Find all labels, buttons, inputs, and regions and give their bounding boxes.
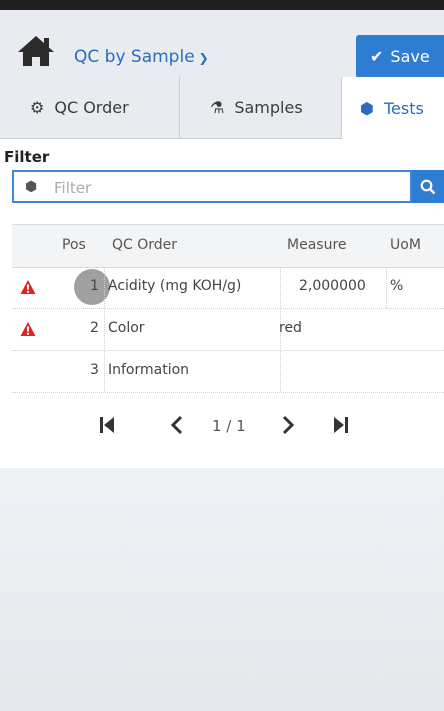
cell-qc-order: Acidity (mg KOH/g) xyxy=(108,278,242,294)
table-row[interactable]: 1 Acidity (mg KOH/g) 2,000000 % xyxy=(12,267,444,309)
cell-pos: 3 xyxy=(90,362,99,378)
module-selector[interactable]: QC by Sample ❯ xyxy=(74,47,209,67)
cell-qc-order: Information xyxy=(108,362,190,378)
tab-label: QC Order xyxy=(54,98,129,117)
cell-qc-order: Color xyxy=(108,320,145,336)
column-header-pos[interactable]: Pos xyxy=(62,237,86,253)
empty-panel-area xyxy=(0,468,444,711)
search-button[interactable] xyxy=(412,170,444,203)
tab-bar: ⚙ QC Order ⚗ Samples ⬢ Tests xyxy=(0,77,444,139)
search-icon xyxy=(420,179,436,194)
first-page-icon[interactable] xyxy=(99,415,115,435)
page-indicator: 1 / 1 xyxy=(212,417,246,435)
table-row[interactable]: 3 Information xyxy=(12,351,444,393)
filter-field[interactable]: ⬢ xyxy=(12,170,412,203)
tab-label: Tests xyxy=(383,98,424,118)
save-label: Save xyxy=(390,47,430,66)
column-header-qc-order[interactable]: QC Order xyxy=(112,237,177,253)
tab-tests[interactable]: ⬢ Tests xyxy=(342,77,444,139)
cell-pos: 1 xyxy=(90,278,99,294)
prev-page-icon[interactable] xyxy=(170,415,184,435)
cogs-icon: ⚙ xyxy=(30,98,45,117)
warning-icon xyxy=(20,280,36,294)
pagination: 1 / 1 xyxy=(0,403,444,453)
cube-icon: ⬢ xyxy=(25,179,38,195)
cube-icon: ⬢ xyxy=(360,98,374,118)
grid-header: Pos QC Order Measure UoM xyxy=(12,224,444,268)
next-page-icon[interactable] xyxy=(281,415,295,435)
tab-qc-order[interactable]: ⚙ QC Order xyxy=(0,77,180,138)
cell-measure: 2,000000 xyxy=(299,278,366,294)
warning-icon xyxy=(20,322,36,336)
cell-pos: 2 xyxy=(90,320,99,336)
top-edge-bar xyxy=(0,0,444,10)
check-icon: ✔ xyxy=(370,47,384,66)
save-button[interactable]: ✔ Save xyxy=(356,35,444,78)
column-header-uom[interactable]: UoM xyxy=(390,237,421,253)
cell-measure: red xyxy=(279,320,302,336)
module-title: QC by Sample xyxy=(74,47,195,67)
table-row[interactable]: 2 Color red xyxy=(12,309,444,351)
flask-icon: ⚗ xyxy=(210,98,225,117)
filter-input[interactable] xyxy=(52,176,396,200)
cell-uom: % xyxy=(390,278,404,294)
tab-label: Samples xyxy=(234,98,303,117)
tab-samples[interactable]: ⚗ Samples xyxy=(180,77,342,138)
app-header: QC by Sample ❯ ✔ Save xyxy=(0,10,444,78)
filter-heading: Filter xyxy=(4,148,50,166)
chevron-down-icon: ❯ xyxy=(198,51,209,65)
column-header-measure[interactable]: Measure xyxy=(287,237,347,253)
home-icon[interactable] xyxy=(16,34,56,68)
last-page-icon[interactable] xyxy=(333,415,349,435)
